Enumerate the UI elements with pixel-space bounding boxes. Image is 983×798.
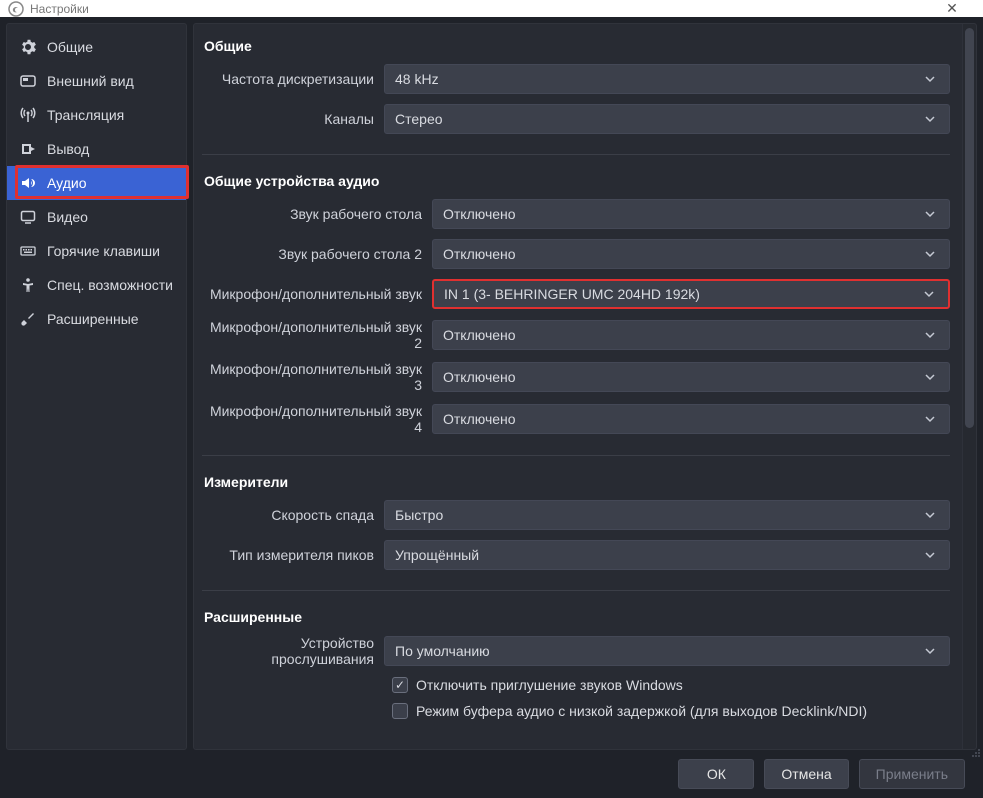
accessibility-icon — [19, 276, 37, 294]
label-disable-ducking: Отключить приглушение звуков Windows — [416, 677, 683, 693]
section-devices-title: Общие устройства аудио — [202, 169, 950, 199]
label-desktop-audio-2: Звук рабочего стола 2 — [202, 246, 432, 262]
dialog-button-bar: ОК Отмена Применить — [0, 750, 983, 798]
chevron-down-icon — [921, 645, 939, 657]
keyboard-icon — [19, 242, 37, 260]
sidebar-item-output[interactable]: Вывод — [7, 132, 186, 166]
resize-grip[interactable] — [968, 745, 982, 759]
section-meters-title: Измерители — [202, 470, 950, 500]
sidebar-item-general[interactable]: Общие — [7, 30, 186, 64]
checkbox-low-latency[interactable] — [392, 703, 408, 719]
chevron-down-icon — [921, 208, 939, 220]
chevron-down-icon — [921, 329, 939, 341]
section-devices: Общие устройства аудио Звук рабочего сто… — [202, 169, 950, 435]
section-general-title: Общие — [202, 34, 950, 64]
sidebar-item-label: Горячие клавиши — [47, 243, 160, 259]
cancel-button[interactable]: Отмена — [764, 759, 848, 789]
checkbox-disable-ducking[interactable] — [392, 677, 408, 693]
window-title: Настройки — [30, 2, 89, 16]
sidebar-item-audio[interactable]: Аудио — [7, 166, 186, 200]
tools-icon — [19, 310, 37, 328]
sidebar-item-label: Аудио — [47, 175, 87, 191]
scrollbar-thumb[interactable] — [965, 28, 974, 428]
select-sample-rate[interactable]: 48 kHz — [384, 64, 950, 94]
sidebar-item-label: Внешний вид — [47, 73, 134, 89]
select-mic-aux-3[interactable]: Отключено — [432, 362, 950, 392]
label-mic-aux-2: Микрофон/дополнительный звук 2 — [202, 319, 432, 351]
chevron-down-icon — [921, 113, 939, 125]
sidebar-item-label: Спец. возможности — [47, 277, 173, 293]
select-channels[interactable]: Стерео — [384, 104, 950, 134]
label-mic-aux: Микрофон/дополнительный звук — [202, 286, 432, 302]
sidebar-item-stream[interactable]: Трансляция — [7, 98, 186, 132]
label-channels: Каналы — [202, 111, 384, 127]
chevron-down-icon — [921, 73, 939, 85]
obs-icon — [8, 1, 24, 17]
antenna-icon — [19, 106, 37, 124]
sidebar-item-advanced[interactable]: Расширенные — [7, 302, 186, 336]
close-button[interactable]: ✕ — [929, 0, 975, 17]
sidebar-item-hotkeys[interactable]: Горячие клавиши — [7, 234, 186, 268]
chevron-down-icon — [920, 288, 938, 300]
sidebar-item-label: Общие — [47, 39, 93, 55]
select-peak-type[interactable]: Упрощённый — [384, 540, 950, 570]
client-area: Общие Внешний вид Трансляция Вывод Аудио — [0, 17, 983, 798]
sidebar-item-label: Видео — [47, 209, 88, 225]
sidebar: Общие Внешний вид Трансляция Вывод Аудио — [6, 23, 187, 750]
label-peak-type: Тип измерителя пиков — [202, 547, 384, 563]
label-desktop-audio: Звук рабочего стола — [202, 206, 432, 222]
select-desktop-audio[interactable]: Отключено — [432, 199, 950, 229]
chevron-down-icon — [921, 549, 939, 561]
label-monitor-device: Устройство прослушивания — [202, 635, 384, 667]
select-mic-aux-2[interactable]: Отключено — [432, 320, 950, 350]
chevron-down-icon — [921, 509, 939, 521]
content-panel: Общие Частота дискретизации 48 kHz Канал… — [193, 23, 977, 750]
label-mic-aux-4: Микрофон/дополнительный звук 4 — [202, 403, 432, 435]
sidebar-item-label: Трансляция — [47, 107, 124, 123]
appearance-icon — [19, 72, 37, 90]
label-sample-rate: Частота дискретизации — [202, 71, 384, 87]
sidebar-item-label: Расширенные — [47, 311, 139, 327]
monitor-icon — [19, 208, 37, 226]
select-desktop-audio-2[interactable]: Отключено — [432, 239, 950, 269]
sidebar-item-label: Вывод — [47, 141, 89, 157]
select-mic-aux[interactable]: IN 1 (3- BEHRINGER UMC 204HD 192k) — [432, 279, 950, 309]
sidebar-item-video[interactable]: Видео — [7, 200, 186, 234]
chevron-down-icon — [921, 413, 939, 425]
section-advanced: Расширенные Устройство прослушивания По … — [202, 605, 950, 719]
speaker-icon — [19, 174, 37, 192]
section-advanced-title: Расширенные — [202, 605, 950, 635]
select-decay-rate[interactable]: Быстро — [384, 500, 950, 530]
title-bar: Настройки ✕ — [0, 0, 983, 17]
section-general: Общие Частота дискретизации 48 kHz Канал… — [202, 34, 950, 134]
label-mic-aux-3: Микрофон/дополнительный звук 3 — [202, 361, 432, 393]
gear-icon — [19, 38, 37, 56]
apply-button[interactable]: Применить — [859, 759, 965, 789]
section-meters: Измерители Скорость спада Быстро Тип изм… — [202, 470, 950, 570]
ok-button[interactable]: ОК — [678, 759, 754, 789]
settings-window: Настройки ✕ Общие Внешний вид Трансляция — [0, 0, 983, 760]
select-mic-aux-4[interactable]: Отключено — [432, 404, 950, 434]
label-decay-rate: Скорость спада — [202, 507, 384, 523]
select-monitor-device[interactable]: По умолчанию — [384, 636, 950, 666]
scrollbar[interactable] — [962, 24, 976, 749]
chevron-down-icon — [921, 248, 939, 260]
chevron-down-icon — [921, 371, 939, 383]
sidebar-item-accessibility[interactable]: Спец. возможности — [7, 268, 186, 302]
label-low-latency: Режим буфера аудио с низкой задержкой (д… — [416, 703, 867, 719]
sidebar-item-appearance[interactable]: Внешний вид — [7, 64, 186, 98]
output-icon — [19, 140, 37, 158]
